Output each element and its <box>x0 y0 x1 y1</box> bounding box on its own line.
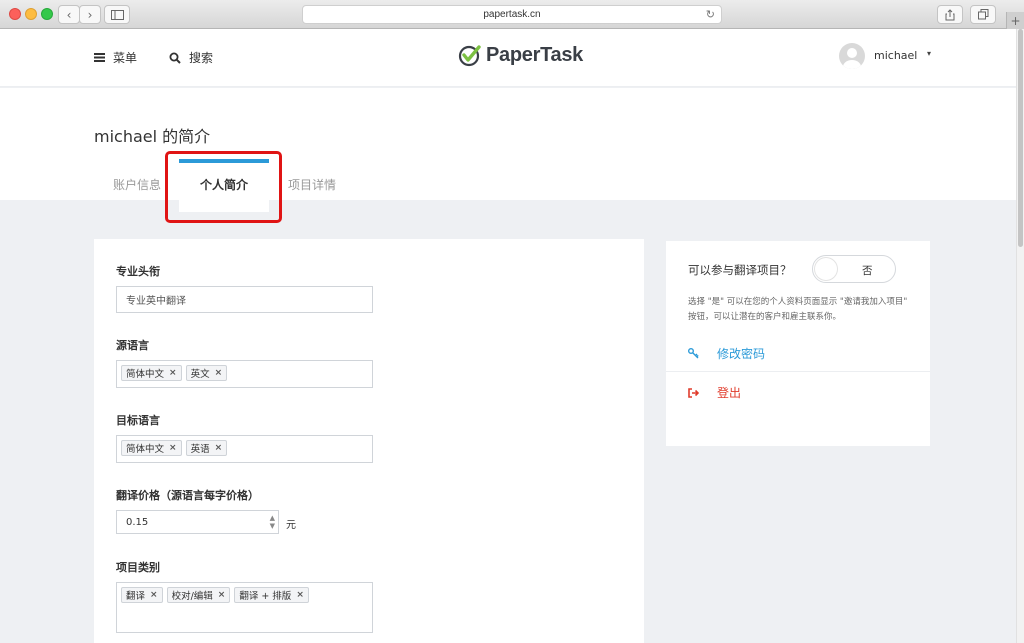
page-title: michael 的简介 <box>94 127 211 146</box>
page-scrollbar[interactable] <box>1016 29 1024 643</box>
logo-text: PaperTask <box>486 43 583 66</box>
browser-toolbar: ‹ › papertask.cn ↻ + <box>0 0 1024 29</box>
search-button[interactable]: 搜索 <box>169 49 213 66</box>
availability-toggle[interactable]: 否 <box>812 255 896 283</box>
price-label: 翻译价格（源语言每字价格） <box>116 489 259 502</box>
search-icon <box>169 52 181 64</box>
tabs-overview-button[interactable] <box>970 5 996 24</box>
tag: 校对/编辑 × <box>166 587 231 603</box>
minimize-window-button[interactable] <box>25 8 37 20</box>
stepper-icon[interactable]: ▲ ▼ <box>270 514 275 530</box>
divider <box>666 371 930 372</box>
price-input[interactable]: 0.15 ▲ ▼ <box>116 510 279 534</box>
menu-label: 菜单 <box>113 51 138 65</box>
profile-form-card: 专业头衔 专业英中翻译 源语言 简体中文 × 英文 × 目标语言 简体中文 × 英语 ×… <box>94 239 644 643</box>
share-icon <box>945 8 955 20</box>
toggle-knob <box>815 258 837 280</box>
title-label: 专业头衔 <box>116 265 160 278</box>
back-icon: ‹ <box>66 7 72 22</box>
tag: 英语 × <box>185 440 228 456</box>
remove-tag-icon[interactable]: × <box>218 590 226 600</box>
checkmark-logo-icon <box>458 45 481 67</box>
share-button[interactable] <box>937 5 963 24</box>
available-question: 可以参与翻译项目？ <box>688 263 792 277</box>
reload-icon[interactable]: ↻ <box>706 8 715 21</box>
logout-link[interactable]: 登出 <box>688 384 741 401</box>
scrollbar-thumb[interactable] <box>1018 29 1023 247</box>
source-language-label: 源语言 <box>116 339 149 352</box>
price-value: 0.15 <box>126 516 149 528</box>
remove-tag-icon[interactable]: × <box>296 590 304 600</box>
category-label: 项目类别 <box>116 561 160 574</box>
logout-icon <box>688 387 699 398</box>
address-bar[interactable]: papertask.cn ↻ <box>302 5 722 24</box>
tab-project-details[interactable]: 项目详情 <box>288 176 336 193</box>
category-input[interactable]: 翻译 × 校对/编辑 × 翻译 + 排版 × <box>116 582 373 633</box>
tag: 简体中文 × <box>121 365 182 381</box>
forward-button[interactable]: › <box>79 5 101 24</box>
search-label: 搜索 <box>189 51 214 65</box>
availability-description: 选择 "是" 可以在您的个人资料页面显示 "邀请我加入项目" 按钮，可以让潜在的… <box>688 297 908 322</box>
change-password-link[interactable]: 修改密码 <box>688 345 765 362</box>
tabs-icon <box>977 9 988 20</box>
tab-account-info[interactable]: 账户信息 <box>113 176 161 193</box>
tab-profile-label: 个人简介 <box>199 178 248 192</box>
remove-tag-icon[interactable]: × <box>169 368 177 378</box>
remove-tag-icon[interactable]: × <box>215 368 223 378</box>
chevron-down-icon[interactable]: ▾ <box>927 49 931 58</box>
page-header: michael 的简介 账户信息 个人简介 项目详情 <box>0 88 1016 212</box>
sidebar-icon <box>110 9 124 20</box>
toggle-label: 否 <box>862 265 873 277</box>
key-icon <box>688 348 699 359</box>
remove-tag-icon[interactable]: × <box>169 443 177 453</box>
plus-icon: + <box>1010 13 1021 28</box>
remove-tag-icon[interactable]: × <box>150 590 158 600</box>
price-unit: 元 <box>286 520 296 531</box>
title-value: 专业英中翻译 <box>126 296 186 307</box>
user-name[interactable]: michael <box>874 49 917 62</box>
account-actions-card: 可以参与翻译项目？ 否 选择 "是" 可以在您的个人资料页面显示 "邀请我加入项… <box>666 241 930 446</box>
menu-button[interactable]: 菜单 <box>94 49 137 66</box>
target-language-input[interactable]: 简体中文 × 英语 × <box>116 435 373 463</box>
papertask-logo[interactable]: PaperTask <box>458 43 583 67</box>
new-tab-button[interactable]: + <box>1006 12 1024 29</box>
close-window-button[interactable] <box>9 8 21 20</box>
remove-tag-icon[interactable]: × <box>215 443 223 453</box>
url-text: papertask.cn <box>483 9 541 20</box>
tag: 英文 × <box>185 365 228 381</box>
zoom-window-button[interactable] <box>41 8 53 20</box>
tab-profile[interactable]: 个人简介 <box>179 159 269 212</box>
target-language-label: 目标语言 <box>116 414 160 427</box>
site-header: 菜单 搜索 PaperTask michael ▾ <box>0 29 1016 87</box>
tag: 翻译 × <box>121 587 163 603</box>
tag: 简体中文 × <box>121 440 182 456</box>
source-language-input[interactable]: 简体中文 × 英文 × <box>116 360 373 388</box>
active-tab-indicator <box>179 159 269 163</box>
avatar[interactable] <box>839 43 865 69</box>
change-password-label: 修改密码 <box>717 347 766 361</box>
sidebar-toggle-button[interactable] <box>104 5 130 24</box>
logout-label: 登出 <box>717 386 742 400</box>
forward-icon: › <box>87 7 93 22</box>
title-input[interactable]: 专业英中翻译 <box>116 286 373 313</box>
tag: 翻译 + 排版 × <box>234 587 309 603</box>
back-button[interactable]: ‹ <box>58 5 80 24</box>
hamburger-icon <box>94 53 105 62</box>
